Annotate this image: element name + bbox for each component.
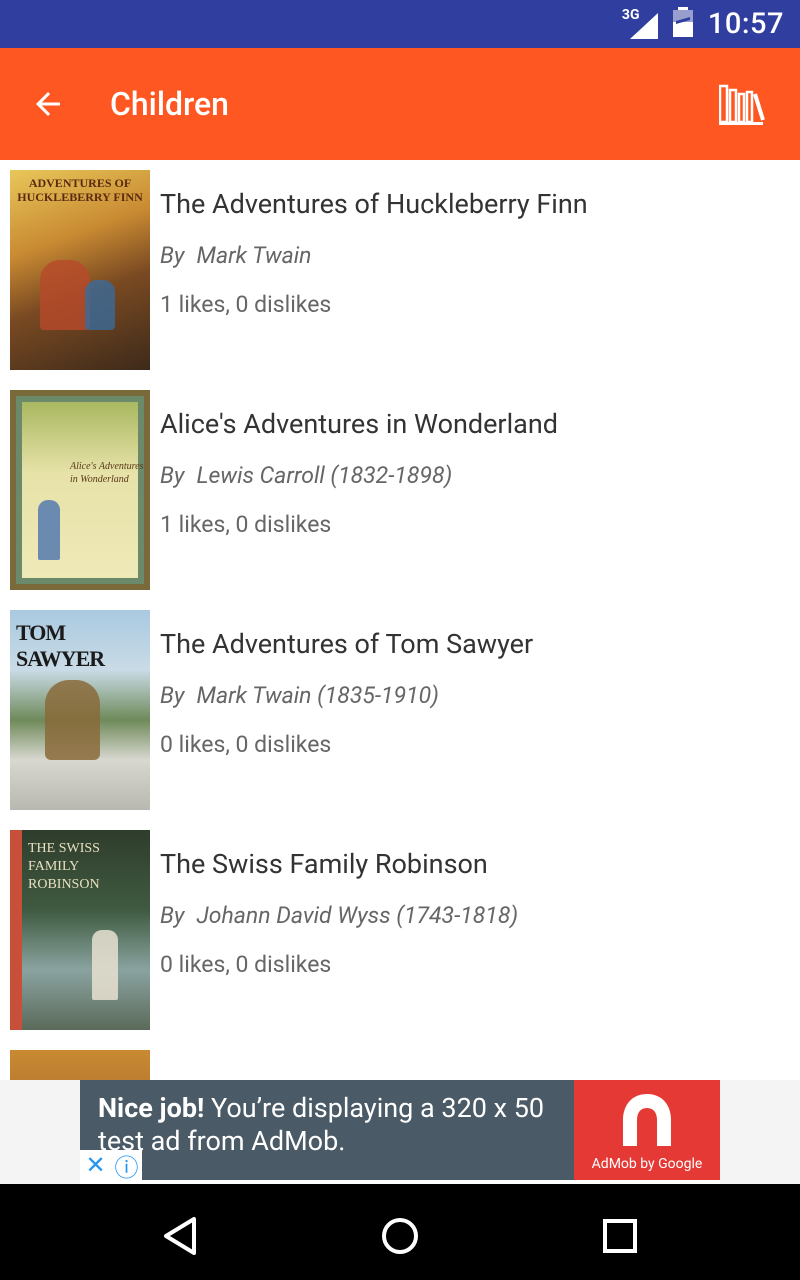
book-likes: 1 likes, 0 dislikes xyxy=(160,511,332,538)
admob-caption: AdMob by Google xyxy=(591,1156,703,1172)
book-cover: Alice's Adventures in Wonderland xyxy=(10,390,150,590)
nav-home-button[interactable] xyxy=(372,1208,428,1264)
book-likes: 0 likes, 0 dislikes xyxy=(160,951,332,978)
page-title: Children xyxy=(110,85,229,123)
book-cover: THE SWISS FAMILY ROBINSON xyxy=(10,830,150,1030)
by-label: By xyxy=(160,902,185,929)
cover-title: TOM SAWYER xyxy=(16,620,105,671)
ad-banner[interactable]: Nice job! You’re displaying a 320 x 50 t… xyxy=(80,1080,720,1180)
admob-logo[interactable]: AdMob by Google xyxy=(574,1080,720,1180)
status-indicators: 3G 10:57 xyxy=(622,0,784,48)
cover-title: ADVENTURES OF HUCKLEBERRY FINN xyxy=(17,176,143,204)
ad-controls: ✕ ⓘ xyxy=(80,1150,142,1180)
book-likes: 0 likes, 0 dislikes xyxy=(160,731,332,758)
book-author: By Johann David Wyss (1743-1818) xyxy=(160,902,790,929)
nav-recents-icon xyxy=(603,1219,637,1253)
system-nav-bar xyxy=(0,1184,800,1280)
book-title: The Swiss Family Robinson xyxy=(160,848,488,880)
cover-figure xyxy=(92,930,118,1000)
cover-figure xyxy=(45,680,100,760)
library-button[interactable] xyxy=(712,78,772,130)
library-books-icon xyxy=(719,84,765,125)
cover-figure xyxy=(85,280,115,330)
book-author: By Mark Twain (1835-1910) xyxy=(160,682,790,709)
ad-gutter-left xyxy=(0,1080,80,1184)
book-row-huckleberry-finn[interactable]: ADVENTURES OF HUCKLEBERRY FINN The Adven… xyxy=(0,160,800,380)
cover-figure xyxy=(38,500,60,560)
cover-title: Alice's Adventures in Wonderland xyxy=(70,461,144,485)
book-row-alice[interactable]: Alice's Adventures in Wonderland Alice's… xyxy=(0,380,800,600)
book-author: By Lewis Carroll (1832-1898) xyxy=(160,462,790,489)
book-likes: 1 likes, 0 dislikes xyxy=(160,291,332,318)
back-button[interactable] xyxy=(20,76,76,132)
ad-info-icon[interactable]: ⓘ xyxy=(111,1150,142,1181)
nav-back-icon xyxy=(164,1217,196,1255)
nav-back-button[interactable] xyxy=(152,1208,208,1264)
book-title: The Adventures of Huckleberry Finn xyxy=(160,188,588,220)
by-label: By xyxy=(160,462,185,489)
ad-gutter-right xyxy=(720,1080,800,1184)
author-name: Mark Twain xyxy=(196,242,312,269)
ad-text: Nice job! You’re displaying a 320 x 50 t… xyxy=(98,1092,578,1158)
status-bar: 3G 10:57 xyxy=(0,0,800,48)
author-name: Mark Twain (1835-1910) xyxy=(196,682,439,709)
book-list[interactable]: ADVENTURES OF HUCKLEBERRY FINN The Adven… xyxy=(0,160,800,1080)
book-title: Alice's Adventures in Wonderland xyxy=(160,408,558,440)
nav-home-icon xyxy=(382,1218,418,1254)
book-title: The Adventures of Tom Sawyer xyxy=(160,628,534,660)
cover-figure xyxy=(40,260,90,330)
book-row-partial[interactable] xyxy=(0,1040,800,1080)
cover-title: THE SWISS FAMILY ROBINSON xyxy=(28,841,100,892)
book-author: By Mark Twain xyxy=(160,242,790,269)
app-bar: Children xyxy=(0,48,800,160)
book-row-swiss-family[interactable]: THE SWISS FAMILY ROBINSON The Swiss Fami… xyxy=(0,820,800,1040)
author-name: Johann David Wyss (1743-1818) xyxy=(196,902,519,929)
book-row-tom-sawyer[interactable]: TOM SAWYER The Adventures of Tom Sawyer … xyxy=(0,600,800,820)
battery-icon xyxy=(672,7,694,41)
by-label: By xyxy=(160,242,185,269)
signal-icon: 3G xyxy=(622,7,658,39)
book-cover: TOM SAWYER xyxy=(10,610,150,810)
by-label: By xyxy=(160,682,185,709)
author-name: Lewis Carroll (1832-1898) xyxy=(196,462,453,489)
ad-close-icon[interactable]: ✕ xyxy=(80,1150,111,1180)
ad-headline: Nice job! xyxy=(98,1092,205,1124)
book-cover: ADVENTURES OF HUCKLEBERRY FINN xyxy=(10,170,150,370)
arrow-back-icon xyxy=(36,92,60,116)
admob-icon xyxy=(623,1094,671,1146)
nav-recents-button[interactable] xyxy=(592,1208,648,1264)
book-cover xyxy=(10,1050,150,1080)
clock: 10:57 xyxy=(707,7,784,41)
